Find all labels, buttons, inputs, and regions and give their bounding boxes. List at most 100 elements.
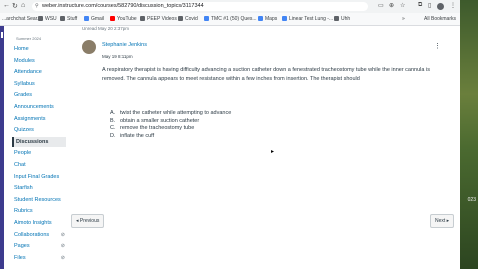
sidebar-item-aimoto-insights[interactable]: Aimoto Insights bbox=[12, 218, 66, 228]
back-icon[interactable]: ← bbox=[3, 2, 10, 9]
sidebar-item-label: Rubrics bbox=[14, 208, 33, 215]
bookmark-item[interactable]: PEEP Videos bbox=[140, 16, 177, 22]
sidebar-item-modules[interactable]: Modules bbox=[12, 56, 66, 66]
post-author-link[interactable]: Stephanie Jenkins bbox=[102, 42, 147, 48]
sidebar-item-label: Collaborations bbox=[14, 231, 50, 238]
folder-icon bbox=[38, 16, 43, 21]
sidebar-item-home[interactable]: Home bbox=[12, 44, 66, 54]
sidebar-item-label: Grades bbox=[14, 92, 33, 99]
sidebar-item-label: People bbox=[14, 150, 32, 157]
sidebar-item-label: Pages bbox=[14, 243, 30, 250]
course-navigation: Summer 2024 Home Modules Attendance Syllabu… bbox=[12, 26, 66, 269]
folder-icon bbox=[60, 16, 65, 21]
bookmarks-bar: ...archchat Sear... WSU Stuff Gmail YouT… bbox=[0, 13, 460, 26]
bookmark-item[interactable]: Maps bbox=[258, 16, 277, 22]
folder-icon bbox=[334, 16, 339, 21]
page-footer-area bbox=[66, 240, 460, 269]
folder-icon bbox=[140, 16, 145, 21]
next-button[interactable]: Next ▸ bbox=[430, 214, 455, 228]
sidebar-item-rubrics[interactable]: Rubrics bbox=[12, 206, 66, 216]
sidebar-item-label: Quizzes bbox=[14, 127, 34, 134]
home-icon[interactable]: ⌂ bbox=[21, 2, 25, 9]
youtube-icon bbox=[110, 16, 115, 21]
sidebar-item-label: Syllabus bbox=[14, 80, 35, 87]
desktop-label: 023 bbox=[467, 197, 476, 203]
post-header-partial: Unread May 20 2:37pm bbox=[82, 26, 130, 31]
sidebar-item-quizzes[interactable]: Quizzes bbox=[12, 125, 66, 135]
avatar[interactable] bbox=[82, 40, 96, 54]
sidebar-item-label: Files bbox=[14, 254, 26, 261]
sidebar-item-label: Attendance bbox=[14, 69, 42, 76]
answer-options-list: A. twist the catheter while attempting to… bbox=[110, 110, 231, 140]
bookmark-item[interactable]: Stuff bbox=[60, 16, 77, 22]
sidebar-item-student-resources[interactable]: Student Resources bbox=[12, 195, 66, 205]
previous-button[interactable]: ◂ Previous bbox=[71, 214, 105, 228]
page-icon bbox=[282, 16, 287, 21]
sidebar-item-starfish[interactable]: Starfish bbox=[12, 183, 66, 193]
page-icon bbox=[204, 16, 209, 21]
menu-kebab-icon[interactable]: ⋮ bbox=[450, 2, 456, 9]
global-nav-strip bbox=[0, 26, 4, 269]
sidebar-item-people[interactable]: People bbox=[12, 148, 66, 158]
sidebar-item-label: Announcements bbox=[14, 104, 54, 110]
bookmark-item[interactable]: Covid bbox=[178, 16, 198, 22]
sidebar-item-announcements[interactable]: Announcements bbox=[12, 102, 66, 112]
sidebar-item-grades[interactable]: Grades bbox=[12, 90, 66, 100]
post-date: May 19 8:11pm bbox=[102, 54, 133, 59]
sidebar-item-files[interactable]: Files ⊘ bbox=[12, 253, 66, 263]
zoom-icon[interactable]: ⊕ bbox=[389, 2, 394, 9]
sidebar-item-label: Aimoto Insights bbox=[14, 220, 52, 226]
sidebar-item-discussions[interactable]: Discussions bbox=[12, 136, 66, 147]
list-item: D. inflate the cuff bbox=[110, 132, 155, 139]
sidebar-item-syllabus[interactable]: Syllabus bbox=[12, 79, 66, 89]
cast-icon[interactable]: ▭ bbox=[378, 2, 384, 9]
sidebar-item-label: Modules bbox=[14, 57, 35, 64]
bookmark-item[interactable]: TMC #1 (50) Ques... bbox=[204, 16, 257, 22]
browser-window: ← ↻ ⌂ ⚲ weber.instructure.com/courses/58… bbox=[0, 0, 460, 269]
list-item: C. remove the tracheostomy tube bbox=[110, 125, 195, 131]
desktop-wallpaper: 023 bbox=[460, 0, 478, 269]
browser-toolbar: ← ↻ ⌂ ⚲ weber.instructure.com/courses/58… bbox=[0, 0, 460, 14]
hidden-from-students-icon: ⊘ bbox=[60, 231, 65, 238]
course-term: Summer 2024 bbox=[16, 36, 42, 41]
bookmark-item[interactable]: Uhh bbox=[334, 16, 350, 22]
discussion-content: Unread May 20 2:37pm Stephanie Jenkins M… bbox=[70, 26, 460, 269]
reload-icon[interactable]: ↻ bbox=[12, 2, 18, 10]
extensions-icon[interactable]: ⧉ bbox=[418, 2, 422, 9]
sidebar-icon[interactable]: ▯ bbox=[428, 2, 431, 9]
site-info-icon[interactable]: ⚲ bbox=[35, 2, 39, 11]
sidebar-item-pages[interactable]: Pages ⊘ bbox=[12, 241, 66, 251]
bookmark-item[interactable]: YouTube bbox=[110, 16, 137, 22]
bookmark-star-icon[interactable]: ☆ bbox=[400, 2, 405, 9]
url-text: weber.instructure.com/courses/582790/dis… bbox=[42, 3, 204, 9]
sidebar-item-attendance[interactable]: Attendance bbox=[12, 67, 66, 77]
hidden-from-students-icon: ⊘ bbox=[60, 243, 65, 250]
address-bar[interactable]: ⚲ weber.instructure.com/courses/582790/d… bbox=[32, 2, 368, 11]
google-icon bbox=[84, 16, 89, 21]
bookmark-item[interactable]: WSU bbox=[38, 16, 57, 22]
chevron-more-icon[interactable]: » bbox=[402, 16, 405, 22]
maps-icon bbox=[258, 16, 263, 21]
mouse-cursor-icon: ▸ bbox=[271, 149, 275, 155]
sidebar-item-label: Chat bbox=[14, 162, 26, 168]
sidebar-item-label: Assignments bbox=[14, 115, 46, 122]
bookmark-item[interactable]: Gmail bbox=[84, 16, 104, 22]
sidebar-item-input-final-grades[interactable]: Input Final Grades bbox=[12, 172, 66, 182]
list-item: A. twist the catheter while attempting to… bbox=[110, 110, 232, 116]
list-item: B. obtain a smaller suction catheter bbox=[110, 117, 200, 124]
sidebar-item-label: Input Final Grades bbox=[14, 173, 60, 180]
all-bookmarks-button[interactable]: All Bookmarks bbox=[424, 16, 456, 22]
bookmark-item[interactable]: ...archchat Sear... bbox=[2, 16, 41, 22]
sidebar-item-label: Starfish bbox=[14, 185, 33, 192]
post-options-icon[interactable]: ⋮ bbox=[434, 42, 441, 50]
sidebar-item-label: Discussions bbox=[16, 138, 49, 145]
sidebar-item-collaborations[interactable]: Collaborations ⊘ bbox=[12, 230, 66, 240]
bookmark-item[interactable]: Linear Test Lung -... bbox=[282, 16, 333, 22]
post-body: A respiratory therapist is having diffic… bbox=[102, 67, 430, 82]
profile-avatar[interactable] bbox=[437, 3, 444, 10]
sidebar-item-chat[interactable]: Chat bbox=[12, 160, 66, 170]
folder-icon bbox=[178, 16, 183, 21]
sidebar-item-assignments[interactable]: Assignments bbox=[12, 114, 66, 124]
sidebar-item-label: Home bbox=[14, 46, 29, 52]
hidden-from-students-icon: ⊘ bbox=[60, 254, 65, 261]
